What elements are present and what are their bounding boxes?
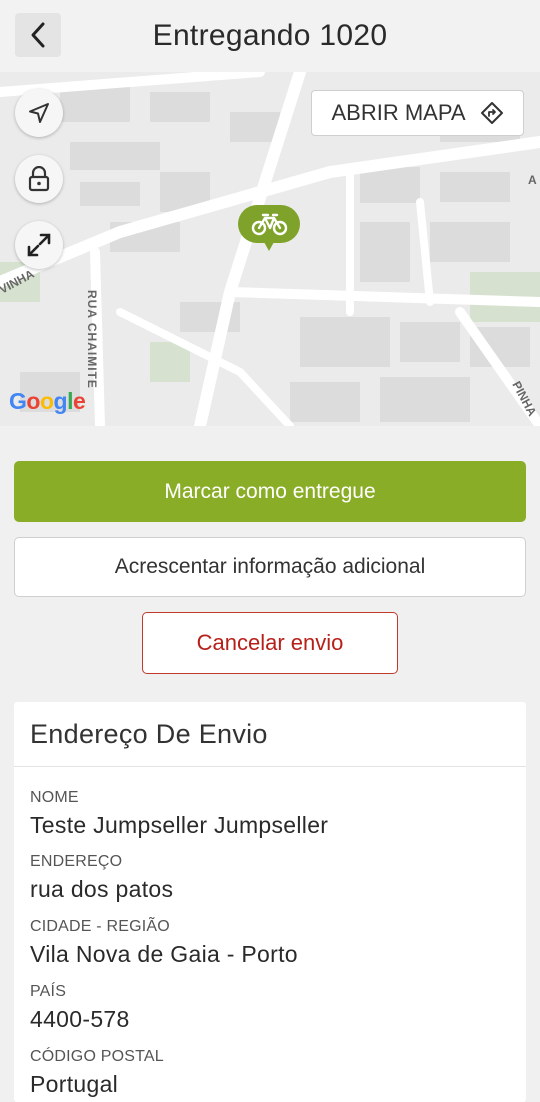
card-title: Endereço De Envio — [30, 719, 268, 749]
back-button[interactable] — [15, 13, 61, 57]
page-title: Entregando 1020 — [152, 19, 388, 52]
street-label-chaimite: RUA CHAIMITE — [85, 290, 99, 389]
expand-icon — [27, 233, 51, 257]
open-map-label: ABRIR MAPA — [331, 100, 466, 125]
field-label: NOME — [30, 789, 79, 806]
field-label: CIDADE - REGIÃO — [30, 918, 170, 935]
divider — [14, 766, 526, 767]
field-value-city: Vila Nova de Gaia - Porto — [30, 941, 298, 967]
google-logo: Google — [9, 388, 86, 414]
chevron-left-icon — [31, 22, 45, 48]
bicycle-icon — [238, 205, 300, 251]
expand-map-button[interactable] — [15, 221, 63, 269]
shipping-address-card: Endereço De Envio NOME Teste Jumpseller … — [14, 702, 526, 1102]
open-map-button[interactable]: ABRIR MAPA — [311, 90, 524, 136]
cancel-shipment-button[interactable]: Cancelar envio — [142, 612, 398, 674]
street-label-a: A — [528, 173, 537, 187]
field-value-name: Teste Jumpseller Jumpseller — [30, 812, 329, 838]
mark-delivered-button[interactable]: Marcar como entregue — [14, 461, 526, 522]
courier-marker[interactable] — [238, 205, 300, 251]
directions-icon — [480, 102, 503, 124]
app-header: Entregando 1020 — [0, 0, 540, 72]
lock-icon — [28, 166, 50, 192]
field-value-country: 4400-578 — [30, 1006, 130, 1032]
field-label: CÓDIGO POSTAL — [30, 1048, 164, 1065]
field-label: PAÍS — [30, 983, 67, 1000]
add-info-button[interactable]: Acrescentar informação adicional — [14, 537, 526, 597]
field-value-address: rua dos patos — [30, 876, 174, 902]
field-value-postal: Portugal — [30, 1071, 119, 1097]
lock-map-button[interactable] — [15, 155, 63, 203]
field-label: ENDEREÇO — [30, 853, 123, 870]
navigation-arrow-icon — [29, 103, 49, 123]
map-view[interactable]: RUA CHAIMITE VINHA PINHA A ABRIR MAPA Go… — [0, 72, 540, 426]
my-location-button[interactable] — [15, 89, 63, 137]
